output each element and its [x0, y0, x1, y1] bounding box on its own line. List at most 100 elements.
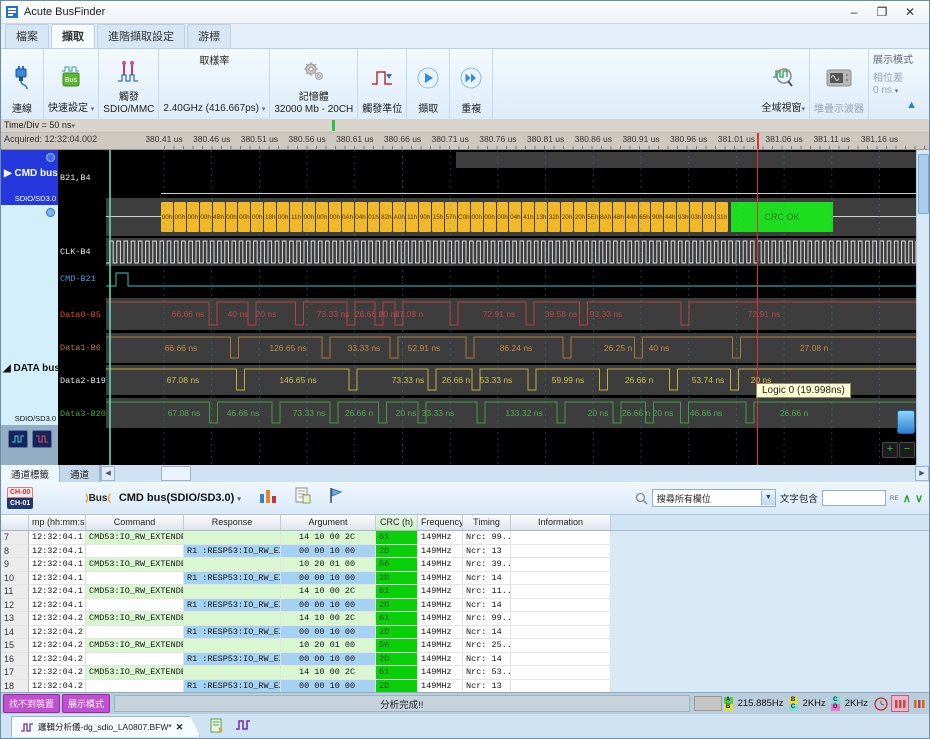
cell: 14 10 00 2C: [281, 531, 376, 545]
tab-close-icon[interactable]: ✕: [176, 722, 184, 733]
cell: 14 10 00 2C: [281, 612, 376, 626]
ruler-tick: 380.46 us: [193, 134, 230, 144]
tab-channel-labels[interactable]: 通道標籤: [1, 465, 60, 482]
signal-label-Data0-B5[interactable]: Data0-B5: [60, 310, 101, 320]
search-scope-select[interactable]: 搜尋所有欄位▼: [652, 489, 776, 507]
zoom-out-button[interactable]: −: [899, 442, 915, 458]
data-bus-group[interactable]: ◢ DATA bus SDIO/SD3.0: [1, 205, 58, 425]
column-header-Information[interactable]: Information: [511, 515, 611, 530]
scrollbar-thumb[interactable]: [918, 154, 929, 214]
cell: 61: [376, 612, 418, 626]
tab-channels[interactable]: 通道: [60, 465, 100, 482]
menu-tab-檔案[interactable]: 檔案: [5, 24, 49, 48]
bars-list-icon[interactable]: [911, 696, 927, 711]
signal-label-Data3-B20[interactable]: Data3-B20: [60, 409, 106, 419]
minimize-button[interactable]: –: [847, 5, 861, 19]
repeat-button[interactable]: 重複: [450, 49, 493, 119]
bus-selector-dropdown[interactable]: CMD bus(SDIO/SD3.0)▾: [119, 492, 241, 504]
bus-settings-icon[interactable]: [46, 153, 55, 162]
cmd-bus-group[interactable]: ▶ CMD bus SDIO/SD3.0: [1, 150, 58, 205]
waveform-view-button[interactable]: [8, 430, 28, 448]
column-header-Frequency[interactable]: Frequency: [418, 515, 463, 530]
clock-icon[interactable]: [873, 696, 889, 711]
column-header-mp (hh:mm:ss.n[interactable]: mp (hh:mm:ss.n: [29, 515, 86, 530]
bus-settings-icon[interactable]: [46, 208, 55, 217]
measurement-tooltip: Logic 0 (19.998ns): [756, 383, 851, 398]
time-ruler[interactable]: Acquired: 12:32:04.002 380.41 us380.46 u…: [1, 133, 929, 150]
statistics-chart-icon[interactable]: [259, 488, 277, 509]
capture-button[interactable]: 擷取: [407, 49, 450, 119]
zoom-in-button[interactable]: +: [882, 442, 898, 458]
waveform-view-button[interactable]: [32, 430, 52, 448]
timediv-label[interactable]: Time/Div = 50 ns: [4, 120, 71, 130]
scroll-left-arrow[interactable]: ◀: [101, 466, 115, 481]
search-input[interactable]: [822, 490, 886, 506]
cell: Nrc: 11...: [463, 585, 511, 599]
horizontal-scrollbar[interactable]: ◀ ▶: [100, 465, 929, 482]
table-row[interactable]: 1112:32:04.1..CMD53:IO_RW_EXTENDED14 10 …: [1, 585, 929, 599]
column-header-Argument[interactable]: Argument: [281, 515, 376, 530]
new-waveform-icon[interactable]: [235, 718, 251, 737]
column-header-num[interactable]: [1, 515, 29, 530]
stack-scope-button[interactable]: 堆疊示波器: [810, 49, 869, 119]
table-row[interactable]: 1212:32:04.1..R1 :RESP53:IO_RW_EXTE...00…: [1, 599, 929, 613]
table-header[interactable]: mp (hh:mm:ss.nCommandResponseArgumentCRC…: [1, 515, 929, 531]
new-report-icon[interactable]: [210, 718, 225, 739]
column-header-CRC (h)[interactable]: CRC (h): [376, 515, 418, 530]
waveform-canvas[interactable]: 00h00h00h00h4Bh00h00h00h18h00h11h00h00h0…: [106, 150, 919, 465]
sample-rate-control[interactable]: 取樣率 2.40GHz (416.667ps) ▾: [159, 49, 270, 119]
menu-tab-進階擷取設定[interactable]: 進階擷取設定: [97, 24, 185, 48]
maximize-button[interactable]: ❐: [875, 5, 889, 19]
table-row[interactable]: 1712:32:04.2..CMD53:IO_RW_EXTENDED14 10 …: [1, 666, 929, 680]
memory-control[interactable]: 記憶體 32000 Mb - 20CH: [270, 49, 358, 119]
connect-button[interactable]: 連線: [1, 49, 44, 119]
flag-icon[interactable]: [329, 487, 343, 509]
trigger-signal-icon: [116, 52, 142, 92]
document-tab[interactable]: 邏輯分析儀-dg_sdio_LA0807.BFW* ✕: [11, 716, 200, 737]
table-row[interactable]: 1812:32:04.2R1 :RESP53:IO_RW_EXTE00 00 1…: [1, 680, 929, 693]
table-row[interactable]: 912:32:04.1..CMD53:IO_RW_EXTENDED10 20 0…: [1, 558, 929, 572]
menu-tab-擷取[interactable]: 擷取: [51, 24, 95, 48]
trigger-level-button[interactable]: 觸發準位: [358, 49, 407, 119]
cell: 149MHz: [418, 612, 463, 626]
cell: 2D: [376, 680, 418, 693]
menu-tab-游標[interactable]: 游標: [187, 24, 231, 48]
column-header-Response[interactable]: Response: [184, 515, 281, 530]
bars-view-icon[interactable]: [891, 695, 909, 712]
navigator-gadget-icon[interactable]: [897, 410, 915, 434]
report-icon[interactable]: [295, 487, 311, 509]
cell: 00 00 10 00: [281, 680, 376, 693]
scroll-right-arrow[interactable]: ▶: [915, 466, 929, 481]
chevron-down-icon: ▼: [761, 491, 775, 505]
close-button[interactable]: ✕: [903, 5, 917, 19]
oscilloscope-icon: [825, 52, 853, 104]
signal-label-Data2-B19[interactable]: Data2-B19: [60, 376, 106, 386]
table-row[interactable]: 1312:32:04.2..CMD53:IO_RW_EXTENDED14 10 …: [1, 612, 929, 626]
signal-label-CMD-B21[interactable]: CMD-B21: [60, 274, 96, 284]
signal-label-Data1-B6[interactable]: Data1-B6: [60, 343, 101, 353]
cell: 149MHz: [418, 572, 463, 586]
global-view-button[interactable]: 全域視窗▾: [757, 49, 810, 119]
table-row[interactable]: 1512:32:04.2..CMD53:IO_RW_EXTENDED10 20 …: [1, 639, 929, 653]
table-row[interactable]: 1612:32:04.2..R1 :RESP53:IO_RW_EXTE...00…: [1, 653, 929, 667]
cursor-line[interactable]: [757, 150, 758, 465]
cell: 8: [1, 545, 29, 559]
bus-button[interactable]: )Bus(: [85, 493, 111, 504]
column-header-Timing[interactable]: Timing: [463, 515, 511, 530]
signal-label-CLK-B4[interactable]: CLK-B4: [60, 247, 91, 257]
column-header-Command[interactable]: Command: [86, 515, 184, 530]
ribbon-collapse-icon[interactable]: ▲: [906, 99, 917, 111]
quick-setup-button[interactable]: Bus 快速設定 ▾: [44, 49, 99, 119]
search-up-button[interactable]: ∧: [903, 492, 911, 505]
vertical-scrollbar[interactable]: [916, 150, 929, 465]
trigger-sdio-button[interactable]: 觸發 SDIO/MMC: [99, 49, 159, 119]
cell: 7: [1, 531, 29, 545]
table-row[interactable]: 712:32:04.1..CMD53:IO_RW_EXTENDED14 10 0…: [1, 531, 929, 545]
signal-label-B21,B4[interactable]: B21,B4: [60, 173, 91, 183]
cell: 13: [1, 612, 29, 626]
table-row[interactable]: 812:32:04.1..R1 :RESP53:IO_RW_EXTE...00 …: [1, 545, 929, 559]
table-row[interactable]: 1012:32:04.1..R1 :RESP53:IO_RW_EXTE...00…: [1, 572, 929, 586]
search-down-button[interactable]: ∨: [915, 492, 923, 505]
scrollbar-thumb[interactable]: [161, 466, 191, 481]
table-row[interactable]: 1412:32:04.2..R1 :RESP53:IO_RW_EXTE...00…: [1, 626, 929, 640]
